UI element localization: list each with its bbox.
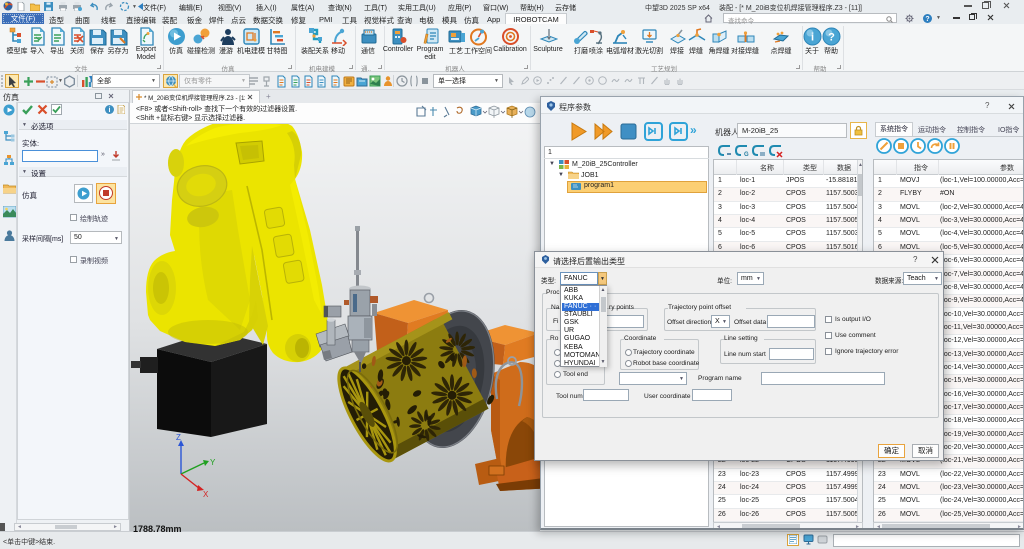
svg-text:Y: Y [210,458,216,467]
svg-text:?: ? [828,32,835,44]
svg-text:i: i [811,32,814,44]
svg-text:i: i [109,107,111,114]
svg-text:?: ? [925,16,929,23]
svg-text:G: G [744,152,749,158]
svg-text:X: X [203,490,209,499]
svg-text:Z: Z [176,433,181,442]
